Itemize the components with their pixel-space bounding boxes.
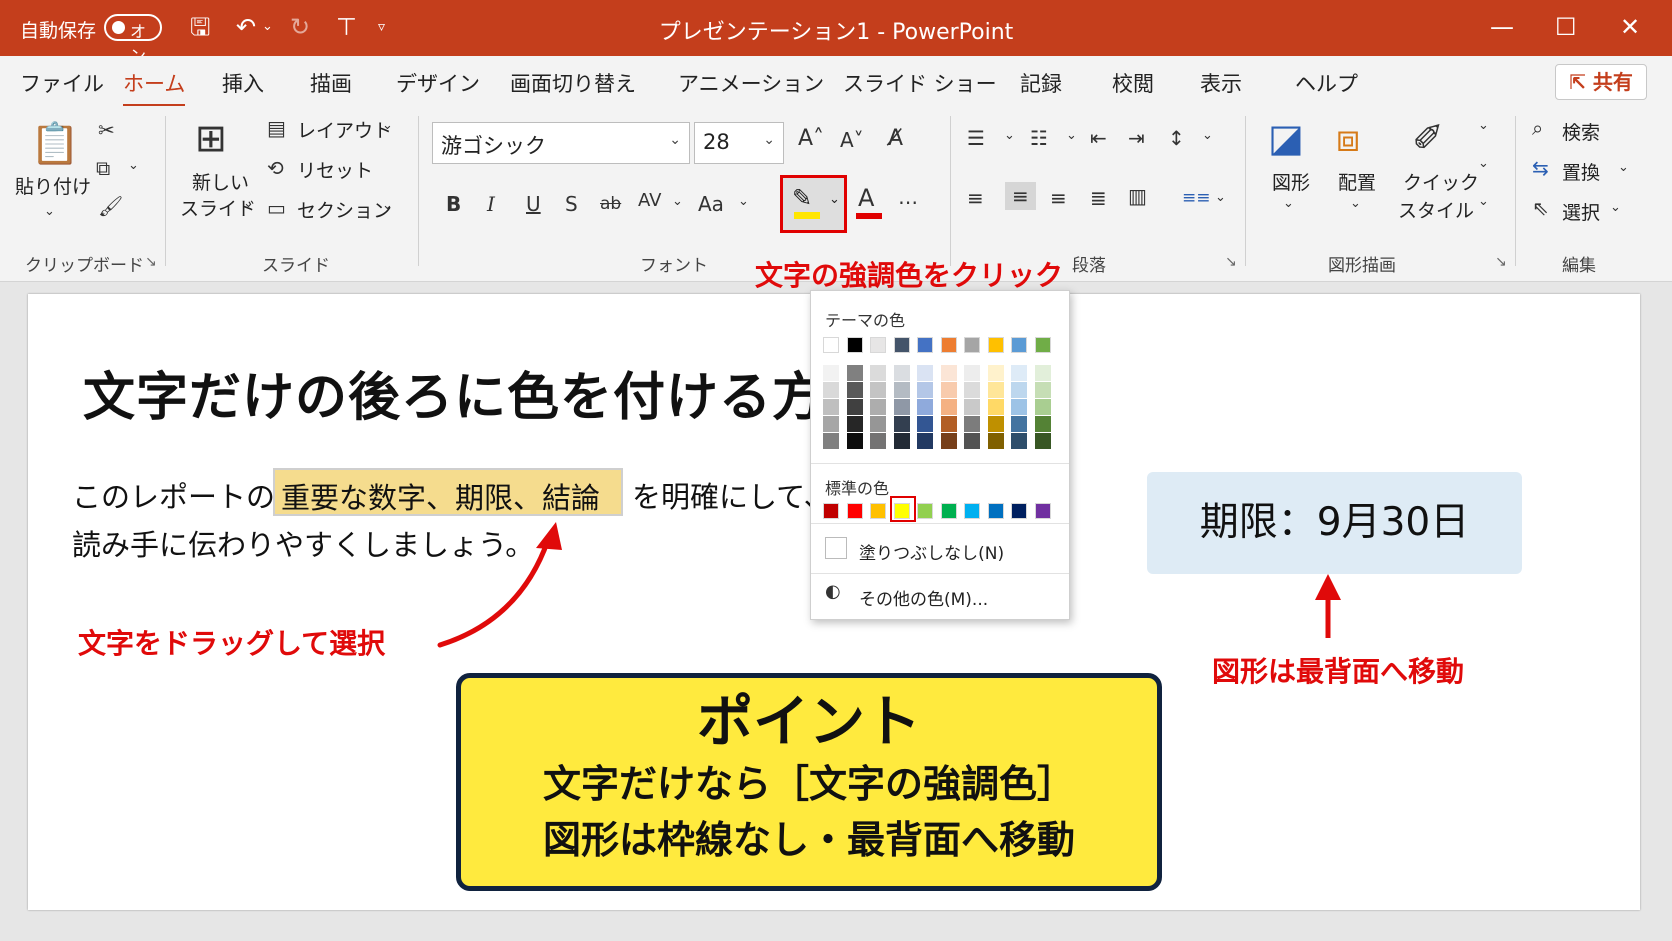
theme-shade-swatch[interactable] bbox=[964, 399, 980, 415]
theme-shade-swatch[interactable] bbox=[846, 399, 863, 415]
theme-shade-swatch[interactable] bbox=[846, 382, 863, 398]
theme-color-swatch[interactable] bbox=[940, 337, 957, 353]
theme-shade-swatch[interactable] bbox=[987, 365, 1004, 381]
theme-shade-swatch[interactable] bbox=[940, 382, 957, 398]
theme-shade-swatch[interactable] bbox=[1011, 416, 1027, 432]
theme-shade-swatch[interactable] bbox=[964, 433, 980, 449]
theme-color-swatch[interactable] bbox=[846, 337, 863, 353]
theme-shade-swatch[interactable] bbox=[940, 416, 957, 432]
theme-shade-swatch[interactable] bbox=[940, 433, 957, 449]
theme-shade-swatch[interactable] bbox=[987, 433, 1004, 449]
point-box: ポイント 文字だけなら［文字の強調色］ 図形は枠線なし・最背面へ移動 bbox=[456, 673, 1162, 891]
standard-color-swatch[interactable] bbox=[917, 503, 933, 519]
no-fill-swatch[interactable] bbox=[825, 537, 847, 559]
palette-divider bbox=[811, 463, 1069, 464]
theme-shade-swatch[interactable] bbox=[846, 365, 863, 381]
theme-shade-swatch[interactable] bbox=[893, 382, 910, 398]
theme-shade-swatch[interactable] bbox=[823, 365, 839, 381]
theme-color-swatch[interactable] bbox=[870, 337, 886, 353]
theme-color-swatch[interactable] bbox=[823, 337, 839, 353]
color-wheel-icon: ◐ bbox=[825, 581, 841, 602]
theme-shade-swatch[interactable] bbox=[964, 365, 980, 381]
theme-shade-swatch[interactable] bbox=[893, 416, 910, 432]
theme-shade-swatch[interactable] bbox=[870, 416, 886, 432]
standard-color-swatch[interactable] bbox=[823, 503, 839, 519]
selected-swatch-indicator bbox=[890, 496, 916, 522]
drag-arrowhead bbox=[536, 522, 562, 550]
point-title: ポイント bbox=[697, 690, 921, 755]
standard-color-swatch[interactable] bbox=[1034, 503, 1051, 519]
palette-divider bbox=[811, 523, 1069, 524]
theme-shade-swatch[interactable] bbox=[823, 416, 839, 432]
standard-color-swatch[interactable] bbox=[940, 503, 957, 519]
theme-color-swatch[interactable] bbox=[1011, 337, 1027, 353]
more-colors-option[interactable]: その他の色(M)... bbox=[859, 585, 988, 610]
standard-color-swatch[interactable] bbox=[870, 503, 886, 519]
theme-shade-swatch[interactable] bbox=[1034, 399, 1051, 415]
theme-shade-swatch[interactable] bbox=[846, 416, 863, 432]
theme-shade-swatch[interactable] bbox=[940, 399, 957, 415]
highlight-color-dropdown: テーマの色 標準の色 塗りつぶしなし(N) ◐ その他の色(M)... bbox=[810, 290, 1070, 620]
drag-arrow bbox=[437, 537, 551, 648]
theme-shade-swatch[interactable] bbox=[870, 399, 886, 415]
theme-shade-swatch[interactable] bbox=[1034, 433, 1051, 449]
theme-shade-swatch[interactable] bbox=[987, 416, 1004, 432]
theme-shade-swatch[interactable] bbox=[1034, 365, 1051, 381]
theme-color-swatch[interactable] bbox=[917, 337, 933, 353]
theme-color-swatch[interactable] bbox=[987, 337, 1004, 353]
theme-shade-swatch[interactable] bbox=[870, 365, 886, 381]
theme-shade-swatch[interactable] bbox=[1011, 365, 1027, 381]
theme-shade-swatch[interactable] bbox=[1034, 416, 1051, 432]
theme-shade-swatch[interactable] bbox=[1011, 382, 1027, 398]
palette-divider bbox=[811, 573, 1069, 574]
theme-shade-swatch[interactable] bbox=[1034, 382, 1051, 398]
theme-shade-swatch[interactable] bbox=[917, 382, 933, 398]
theme-color-swatch[interactable] bbox=[1034, 337, 1051, 353]
theme-shade-swatch[interactable] bbox=[870, 382, 886, 398]
standard-color-swatch[interactable] bbox=[964, 503, 980, 519]
theme-shade-swatch[interactable] bbox=[846, 433, 863, 449]
theme-shade-swatch[interactable] bbox=[823, 433, 839, 449]
no-fill-option[interactable]: 塗りつぶしなし(N) bbox=[859, 539, 1004, 564]
theme-shade-swatch[interactable] bbox=[870, 433, 886, 449]
standard-color-swatch[interactable] bbox=[987, 503, 1004, 519]
shape-arrowhead bbox=[1315, 574, 1341, 600]
theme-shade-swatch[interactable] bbox=[893, 365, 910, 381]
theme-shade-swatch[interactable] bbox=[987, 399, 1004, 415]
point-line-1: 文字だけなら［文字の強調色］ bbox=[542, 762, 1075, 806]
theme-shade-swatch[interactable] bbox=[893, 399, 910, 415]
theme-shade-swatch[interactable] bbox=[893, 433, 910, 449]
theme-shade-swatch[interactable] bbox=[1011, 433, 1027, 449]
theme-shade-swatch[interactable] bbox=[823, 399, 839, 415]
theme-shade-swatch[interactable] bbox=[940, 365, 957, 381]
theme-colors-title: テーマの色 bbox=[825, 311, 906, 330]
standard-color-swatch[interactable] bbox=[846, 503, 863, 519]
standard-color-swatch[interactable] bbox=[1011, 503, 1027, 519]
theme-shade-swatch[interactable] bbox=[964, 382, 980, 398]
theme-color-swatch[interactable] bbox=[964, 337, 980, 353]
theme-shade-swatch[interactable] bbox=[917, 416, 933, 432]
theme-shade-swatch[interactable] bbox=[1011, 399, 1027, 415]
theme-shade-swatch[interactable] bbox=[917, 433, 933, 449]
theme-shade-swatch[interactable] bbox=[917, 399, 933, 415]
theme-shade-swatch[interactable] bbox=[823, 382, 839, 398]
theme-shade-swatch[interactable] bbox=[987, 382, 1004, 398]
standard-colors-title: 標準の色 bbox=[825, 479, 890, 498]
theme-shade-swatch[interactable] bbox=[917, 365, 933, 381]
point-line-2: 図形は枠線なし・最背面へ移動 bbox=[542, 818, 1075, 862]
theme-color-swatch[interactable] bbox=[893, 337, 910, 353]
theme-shade-swatch[interactable] bbox=[964, 416, 980, 432]
